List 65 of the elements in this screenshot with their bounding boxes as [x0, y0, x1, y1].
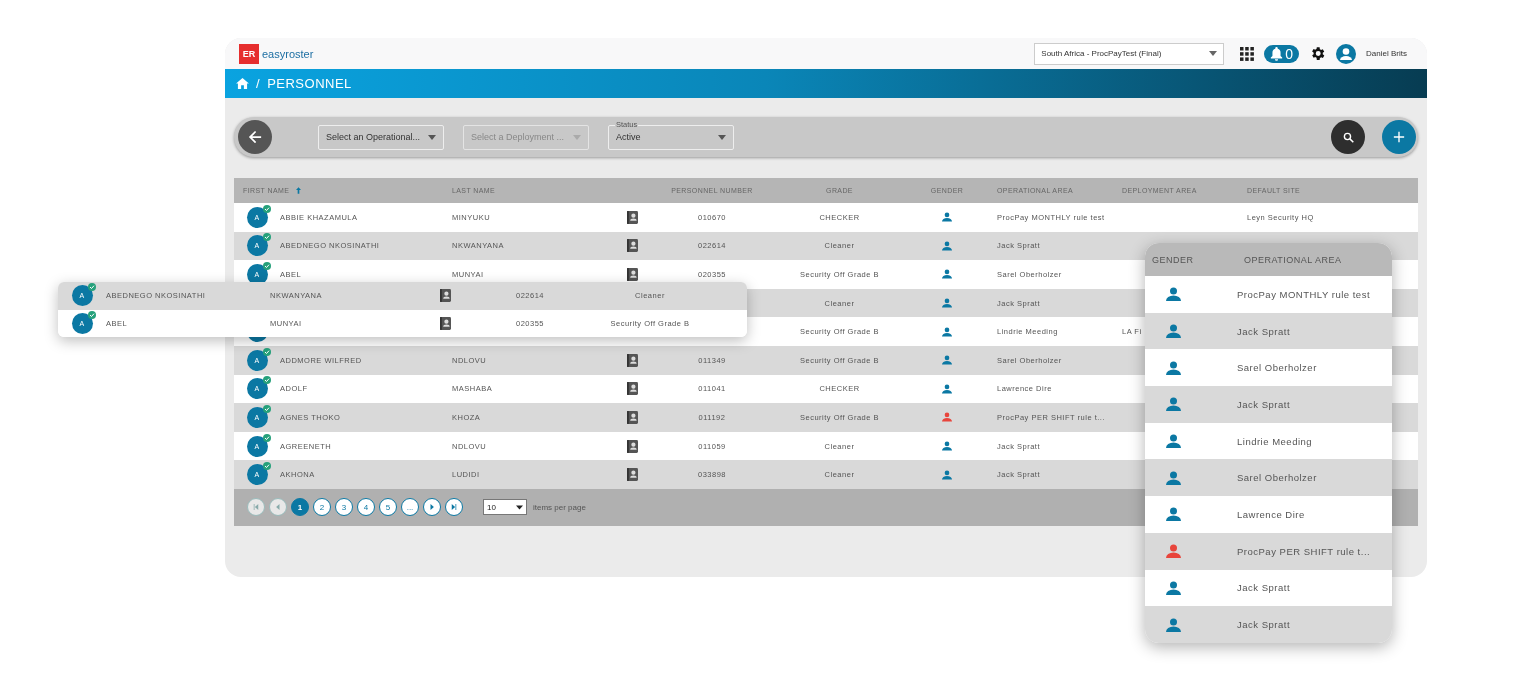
bell-icon — [1270, 46, 1284, 61]
id-card-icon[interactable] — [626, 439, 638, 453]
search-icon — [1342, 131, 1354, 143]
id-card-icon[interactable] — [626, 210, 638, 224]
page-button[interactable]: 5 — [379, 498, 397, 517]
brand-name: easyroster — [262, 47, 314, 60]
operational-area: Sarel Oberholzer — [1237, 362, 1392, 374]
apps-grid-icon[interactable] — [1240, 46, 1255, 61]
add-button[interactable] — [1382, 120, 1416, 154]
first-page-icon — [253, 504, 259, 511]
operational-area: Jack Spratt — [1237, 398, 1392, 410]
id-card-icon[interactable] — [439, 289, 451, 303]
user-avatar-icon[interactable] — [1336, 43, 1357, 64]
id-card-icon[interactable] — [626, 239, 638, 253]
last-page-icon — [451, 504, 457, 511]
user-name[interactable]: Daniel Brits — [1366, 49, 1407, 58]
notifications-button[interactable]: 0 — [1264, 44, 1300, 63]
back-button[interactable] — [238, 120, 272, 154]
id-card-icon[interactable] — [626, 410, 638, 424]
page-button[interactable]: 4 — [357, 498, 375, 517]
next-page-icon — [429, 504, 435, 511]
operational-area: Jack Spratt — [1237, 582, 1392, 594]
next-page-button[interactable] — [423, 498, 441, 517]
id-card-icon[interactable] — [626, 353, 638, 367]
filter-select[interactable]: Select an Operational... — [318, 124, 444, 150]
sort-arrow-icon — [296, 187, 302, 194]
page-button[interactable]: 3 — [335, 498, 353, 517]
page-button[interactable]: 2 — [313, 498, 331, 517]
previous-page-icon — [275, 504, 281, 511]
plus-icon — [1393, 131, 1405, 143]
page-title: PERSONNEL — [267, 76, 352, 91]
page-size-label: items per page — [533, 502, 586, 512]
tenant-dropdown[interactable]: South Africa - ProcPayTest (Final) — [1034, 42, 1225, 65]
page-size-select[interactable]: 10 — [483, 499, 527, 516]
last-page-button[interactable] — [445, 498, 463, 517]
caret-icon — [573, 134, 581, 140]
column-header[interactable]: GENDER — [1152, 254, 1244, 265]
page-button[interactable]: ... — [401, 498, 419, 517]
check-badge-icon — [262, 462, 271, 471]
operational-area: Sarel Oberholzer — [1237, 472, 1392, 484]
operational-area: Jack Spratt — [1237, 325, 1392, 337]
id-card-icon[interactable] — [626, 268, 638, 281]
caret-icon — [1209, 51, 1218, 56]
caret-icon — [428, 134, 436, 140]
back-arrow-icon — [248, 130, 262, 144]
operational-area: ProcPay PER SHIFT rule t... — [1237, 545, 1392, 557]
operational-area: ProcPay MONTHLY rule test — [1237, 288, 1392, 300]
check-badge-icon — [262, 404, 271, 413]
column-header[interactable]: OPERATIONAL AREA — [1244, 254, 1392, 265]
operational-area: Jack Spratt — [1237, 619, 1392, 631]
search-button[interactable] — [1331, 120, 1365, 154]
check-badge-icon — [87, 283, 96, 292]
settings-icon[interactable] — [1309, 45, 1327, 62]
operational-area: Lawrence Dire — [1237, 508, 1392, 520]
breadcrumb-separator: / — [256, 76, 261, 91]
caret-icon — [718, 134, 726, 140]
operational-area: Lindrie Meeding — [1237, 435, 1392, 447]
page-button[interactable]: 1 — [291, 498, 309, 517]
id-card-icon[interactable] — [439, 316, 451, 330]
home-icon[interactable] — [236, 78, 249, 89]
caret-icon — [516, 504, 523, 510]
id-card-icon[interactable] — [626, 382, 638, 396]
logo-mark: ER — [239, 43, 259, 64]
check-badge-icon — [262, 347, 271, 356]
id-card-icon[interactable] — [626, 468, 638, 482]
